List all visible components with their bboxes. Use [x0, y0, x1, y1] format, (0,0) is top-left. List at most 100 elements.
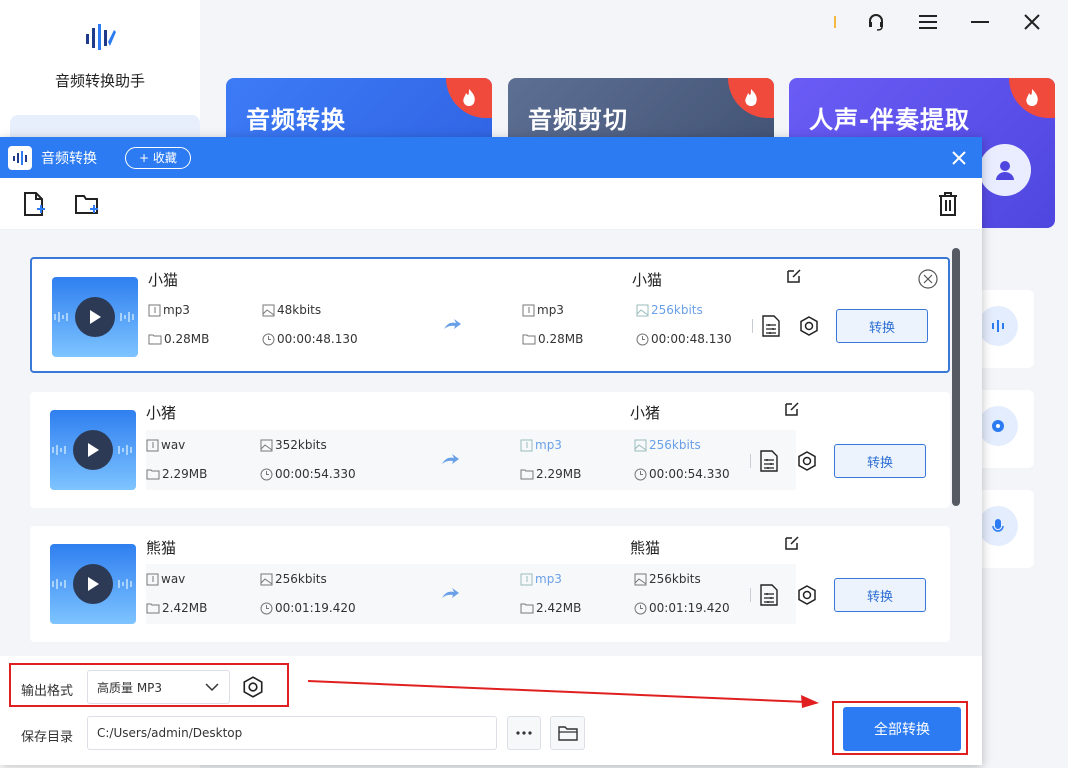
source-format: wav — [146, 438, 185, 452]
more-button[interactable] — [507, 716, 541, 750]
source-duration: 00:00:48.130 — [262, 332, 358, 346]
convert-all-button[interactable]: 全部转换 — [843, 707, 961, 751]
source-name: 小猪 — [146, 404, 177, 422]
output-format: mp3 — [522, 303, 564, 317]
divider — [834, 16, 836, 28]
convert-button[interactable]: 转换 — [836, 309, 928, 343]
user-icon — [979, 144, 1031, 196]
source-name: 熊猫 — [146, 539, 177, 557]
folder-icon — [148, 334, 162, 345]
music-file-icon — [148, 304, 161, 316]
edit-icon[interactable] — [784, 401, 800, 417]
file-row[interactable]: 小猫 小猫 mp3 48kbits 0.28MB 00:00:48.130 mp… — [30, 257, 950, 373]
source-format: wav — [146, 572, 185, 586]
favorite-button[interactable]: + 收藏 — [125, 146, 191, 169]
flame-icon — [728, 78, 774, 118]
menu-icon[interactable] — [902, 8, 954, 36]
folder-icon — [520, 469, 534, 480]
image-file-icon — [634, 439, 647, 451]
image-file-icon — [262, 304, 275, 316]
clock-icon — [260, 468, 273, 480]
output-name: 小猫 — [632, 271, 663, 289]
folder-icon — [146, 469, 160, 480]
audio-thumbnail — [50, 544, 136, 624]
toolbar — [0, 178, 982, 230]
output-size: 0.28MB — [522, 332, 583, 346]
output-size: 2.29MB — [520, 467, 581, 481]
clock-icon — [260, 602, 273, 614]
source-name: 小猫 — [148, 271, 179, 289]
open-folder-icon[interactable] — [550, 716, 585, 750]
output-format: mp3 — [520, 438, 562, 452]
music-file-icon — [146, 573, 159, 585]
clock-icon — [634, 468, 647, 480]
add-file-icon[interactable] — [21, 191, 47, 217]
waveform-icon — [978, 306, 1018, 346]
dialog-header: 音频转换 + 收藏 — [0, 137, 982, 178]
folder-icon — [522, 334, 536, 345]
mic-icon — [978, 506, 1018, 546]
app-name: 音频转换助手 — [54, 72, 145, 90]
card-title: 音频剪切 — [528, 106, 628, 134]
output-duration: 00:00:48.130 — [636, 332, 732, 346]
music-icon — [978, 406, 1018, 446]
source-size: 2.42MB — [146, 601, 207, 615]
divider — [752, 319, 753, 333]
close-icon[interactable] — [1006, 8, 1058, 36]
save-dir-input[interactable]: C:/Users/admin/Desktop — [87, 716, 497, 750]
add-folder-icon[interactable] — [74, 191, 100, 217]
flame-icon — [1009, 78, 1055, 118]
card-title: 人声-伴奏提取 — [809, 106, 970, 134]
divider — [750, 454, 751, 468]
support-icon[interactable] — [850, 8, 902, 36]
image-file-icon — [636, 304, 649, 316]
dialog-close-icon[interactable] — [948, 147, 970, 169]
source-bitrate: 352kbits — [260, 438, 327, 452]
output-bitrate: 256kbits — [634, 438, 701, 452]
play-icon[interactable] — [73, 430, 113, 470]
music-file-icon — [522, 304, 535, 316]
flame-icon — [446, 78, 492, 118]
gear-icon[interactable] — [796, 450, 818, 472]
audio-thumbnail — [52, 277, 138, 357]
clock-icon — [262, 333, 275, 345]
folder-icon — [146, 603, 160, 614]
source-size: 2.29MB — [146, 467, 207, 481]
audio-thumbnail — [50, 410, 136, 490]
source-size: 0.28MB — [148, 332, 209, 346]
output-duration: 00:00:54.330 — [634, 467, 730, 481]
annotation-arrow-icon — [307, 680, 819, 708]
gear-icon[interactable] — [798, 315, 820, 337]
clock-icon — [636, 333, 649, 345]
audio-app-icon — [8, 145, 32, 170]
document-settings-icon[interactable] — [760, 450, 778, 472]
play-icon[interactable] — [75, 297, 115, 337]
minimize-icon[interactable] — [954, 8, 1006, 36]
app-logo-icon — [80, 20, 120, 56]
window-controls — [834, 8, 1058, 36]
format-highlight-box — [9, 663, 289, 707]
play-icon[interactable] — [73, 564, 113, 604]
trash-icon[interactable] — [936, 191, 962, 217]
convert-button[interactable]: 转换 — [834, 444, 926, 478]
save-dir-label: 保存目录 — [21, 730, 74, 745]
convert-arrow-icon — [442, 317, 462, 333]
image-file-icon — [260, 573, 273, 585]
scrollbar[interactable] — [952, 248, 960, 506]
convert-button[interactable]: 转换 — [834, 578, 926, 612]
document-settings-icon[interactable] — [762, 315, 780, 337]
output-bitrate: 256kbits — [636, 303, 703, 317]
music-file-icon — [146, 439, 159, 451]
remove-icon[interactable] — [918, 269, 938, 289]
dialog-title: 音频转换 — [41, 150, 97, 167]
edit-icon[interactable] — [786, 268, 802, 284]
output-name: 小猪 — [630, 404, 661, 422]
source-format: mp3 — [148, 303, 190, 317]
card-title: 音频转换 — [246, 106, 346, 134]
source-duration: 00:00:54.330 — [260, 467, 356, 481]
music-file-icon — [520, 439, 533, 451]
file-row[interactable]: 小猪 小猪 wav 352kbits 2.29MB 00:00:54.330 m… — [30, 392, 950, 508]
convert-arrow-icon — [440, 452, 460, 468]
image-file-icon — [260, 439, 273, 451]
source-bitrate: 48kbits — [262, 303, 321, 317]
